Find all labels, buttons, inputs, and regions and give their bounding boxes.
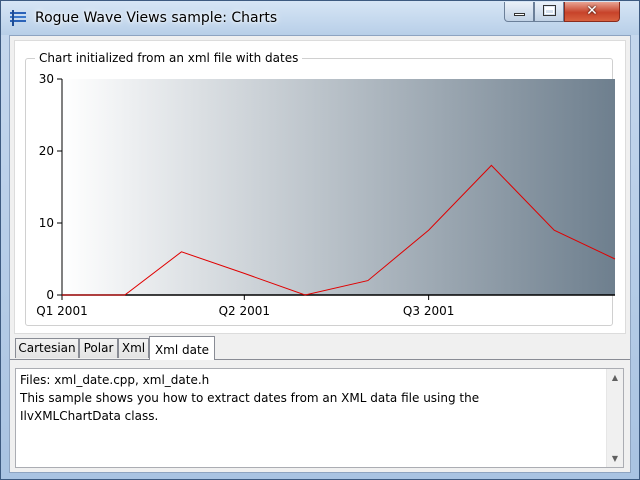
minimize-button[interactable] bbox=[504, 2, 534, 22]
x-tick-label: Q1 2001 bbox=[36, 304, 87, 318]
maximize-icon bbox=[543, 5, 556, 16]
description-textbox[interactable]: Files: xml_date.cpp, xml_date.h This sam… bbox=[15, 368, 624, 468]
app-window: Rogue Wave Views sample: Charts ✕ Chart … bbox=[0, 0, 640, 480]
chart-pane: Chart initialized from an xml file with … bbox=[14, 40, 626, 334]
line-chart[interactable]: 0 10 20 30 Q1 2001 Q2 2001 Q3 2001 bbox=[15, 41, 627, 335]
vertical-scrollbar[interactable]: ▲ ▼ bbox=[606, 369, 623, 467]
y-tick-label: 30 bbox=[39, 72, 54, 86]
scroll-up-icon[interactable]: ▲ bbox=[607, 369, 623, 386]
description-line: Files: xml_date.cpp, xml_date.h bbox=[20, 373, 210, 387]
plot-background bbox=[62, 79, 615, 295]
y-tick-label: 10 bbox=[39, 216, 54, 230]
description-line: IlvXMLChartData class. bbox=[20, 409, 159, 423]
tab-cartesian[interactable]: Cartesian bbox=[15, 338, 79, 358]
window-title: Rogue Wave Views sample: Charts bbox=[35, 10, 278, 26]
maximize-button[interactable] bbox=[534, 2, 564, 22]
close-button[interactable]: ✕ bbox=[564, 2, 620, 22]
tab-xml[interactable]: Xml bbox=[118, 338, 149, 358]
minimize-icon bbox=[514, 13, 525, 16]
x-tick-label: Q3 2001 bbox=[403, 304, 454, 318]
close-icon: ✕ bbox=[586, 3, 598, 19]
title-bar[interactable]: Rogue Wave Views sample: Charts ✕ bbox=[1, 1, 639, 35]
scroll-down-icon[interactable]: ▼ bbox=[607, 450, 623, 467]
app-icon bbox=[10, 10, 26, 26]
tab-divider bbox=[10, 359, 630, 360]
tab-xml-date[interactable]: Xml date bbox=[149, 336, 215, 360]
x-tick-label: Q2 2001 bbox=[219, 304, 270, 318]
client-area: Chart initialized from an xml file with … bbox=[9, 35, 631, 473]
y-tick-label: 0 bbox=[46, 288, 54, 302]
description-line: This sample shows you how to extract dat… bbox=[20, 391, 480, 405]
y-tick-label: 20 bbox=[39, 144, 54, 158]
tab-polar[interactable]: Polar bbox=[79, 338, 118, 358]
